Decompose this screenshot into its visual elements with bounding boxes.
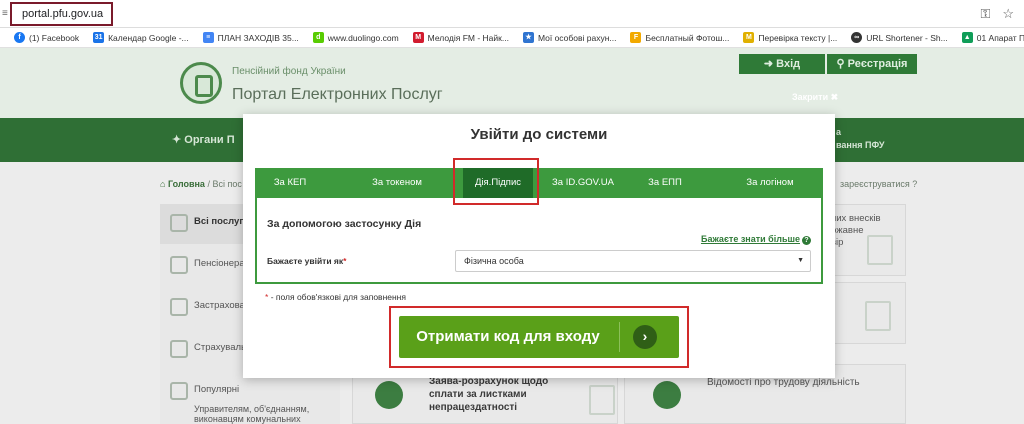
bookmark-label: 01 Апарат ПФУ.xlsx... xyxy=(976,32,1024,43)
org-name: Пенсійний фонд України xyxy=(232,66,346,77)
login-as-text: Бажаєте увійти як xyxy=(267,256,344,266)
bookmark-photoshop[interactable]: F Бесплатный Фотош... xyxy=(630,32,729,43)
bookmark-accounts[interactable]: ★ Мої особові рахун... xyxy=(522,32,617,43)
required-mark: * xyxy=(265,292,269,302)
link-icon: ∞ xyxy=(851,32,863,43)
site-info-icon[interactable]: ≡ xyxy=(2,8,8,19)
login-method-tabs: За КЕП За токеном Дія.Підпис За ID.GOV.U… xyxy=(255,168,823,198)
duolingo-icon: d xyxy=(312,32,324,43)
tab-epp[interactable]: За ЕПП xyxy=(635,168,695,198)
bookmark-text-check[interactable]: M Перевірка тексту |... xyxy=(743,32,837,43)
register-button[interactable]: ⚲ Реєстрація xyxy=(827,54,917,74)
bookmark-label: Календар Google -... xyxy=(108,32,189,43)
modal-title: Увійти до системи xyxy=(470,126,608,143)
bookmark-label: Перевірка тексту |... xyxy=(758,32,838,43)
select-value: Фізична особа xyxy=(464,256,524,266)
bookmark-url-shortener[interactable]: ∞ URL Shortener - Sh... xyxy=(851,32,948,43)
get-login-code-button[interactable]: Отримати код для входу › xyxy=(399,316,679,358)
bookmark-calendar[interactable]: 31 Календар Google -... xyxy=(93,32,189,43)
bookmark-duolingo[interactable]: d www.duolingo.com xyxy=(312,32,399,43)
site-header: Пенсійний фонд України Портал Електронни… xyxy=(0,48,1024,118)
bookmark-facebook[interactable]: f (1) Facebook xyxy=(14,32,79,43)
bookmark-star-icon[interactable]: ☆ xyxy=(1002,6,1014,22)
nav-item-organs[interactable]: ✦ Органи П xyxy=(172,133,235,146)
breadcrumb-current: / Всі пос xyxy=(207,179,242,189)
photoshop-icon: F xyxy=(630,32,642,43)
service-card-right-mid[interactable] xyxy=(830,282,906,344)
melodia-icon: M xyxy=(412,32,424,43)
document-check-icon xyxy=(867,235,893,265)
nav-label: Органи П xyxy=(184,134,235,146)
breadcrumb-home-label: Головна xyxy=(167,179,205,189)
calendar-icon: 31 xyxy=(93,32,105,43)
diia-panel: За допомогою застосунку Дія Бажаєте знат… xyxy=(255,198,823,284)
help-icon: ? xyxy=(802,236,811,245)
text-check-icon: M xyxy=(743,32,755,43)
close-modal-link[interactable]: Закрити ✖ xyxy=(792,92,838,103)
browser-actions: ⚿ ☆ xyxy=(980,6,1014,22)
url-field[interactable]: portal.pfu.gov.ua xyxy=(10,2,113,26)
document-icon xyxy=(653,381,681,409)
drive-icon: ▲ xyxy=(961,32,973,43)
register-hint-label: зареєструватися xyxy=(840,179,910,189)
nav-label: а xyxy=(836,127,842,137)
required-mark: * xyxy=(343,256,347,266)
bookmark-label: Мелодія FM - Найк... xyxy=(427,32,509,43)
learn-more-label: Бажаєте знати більше xyxy=(700,234,800,244)
dropdown-arrow-icon: ▼ xyxy=(797,257,804,264)
card-text-line: них внесків xyxy=(831,213,881,224)
bookmark-label: Мої особові рахун... xyxy=(537,32,617,43)
login-label: Вхід xyxy=(776,58,801,70)
password-key-icon[interactable]: ⚿ xyxy=(980,6,990,22)
learn-more-link[interactable]: Бажаєте знати більше? xyxy=(701,234,811,245)
bookmark-label: (1) Facebook xyxy=(29,32,80,43)
cta-divider xyxy=(619,322,620,352)
service-card-title: Заява-розрахунок щодо сплати за листками… xyxy=(429,376,549,413)
nav-label: вання ПФУ xyxy=(836,140,885,150)
chevron-right-icon: › xyxy=(633,325,657,349)
facebook-icon: f xyxy=(14,32,25,43)
bookmark-apparat[interactable]: ▲01 Апарат ПФУ.xlsx... xyxy=(961,32,1024,43)
breadcrumb: ⌂ Головна / Всі пос xyxy=(160,179,242,189)
ukraine-flag-icon: ✦ xyxy=(172,134,182,146)
help-icon: ? xyxy=(912,179,918,189)
tab-login[interactable]: За логіном xyxy=(725,168,815,198)
bookmarks-bar: f (1) Facebook 31 Календар Google -... ≡ ПЛ… xyxy=(0,28,1024,48)
bookmark-label: URL Shortener - Sh... xyxy=(866,32,948,43)
nav-item-right[interactable]: а вання ПФУ xyxy=(836,126,884,152)
login-button[interactable]: ➜ Вхід xyxy=(739,54,825,74)
document-edit-icon xyxy=(865,301,891,331)
register-label: Реєстрація xyxy=(847,58,908,70)
tab-kep[interactable]: За КЕП xyxy=(255,168,325,198)
breadcrumb-home[interactable]: ⌂ Головна xyxy=(160,179,205,189)
login-as-select[interactable]: Фізична особа ▼ xyxy=(455,250,811,272)
sidebar-item-managers[interactable]: Управителям, об'єднанням, виконавцям ком… xyxy=(194,404,314,424)
close-icon: ✖ xyxy=(830,92,839,102)
pfu-logo xyxy=(180,62,222,104)
bookmark-label: ПЛАН ЗАХОДІВ 35... xyxy=(217,32,299,43)
required-note-text: - поля обов'язкові для заповнення xyxy=(270,292,406,302)
document-icon xyxy=(375,381,403,409)
browser-address-bar: ≡ portal.pfu.gov.ua ⚿ ☆ xyxy=(0,0,1024,28)
docs-icon: ≡ xyxy=(202,32,214,43)
service-card-title: Відомості про трудову діяльність xyxy=(707,377,860,388)
ukraine-icon: ★ xyxy=(522,32,534,43)
bookmark-label: www.duolingo.com xyxy=(327,32,399,43)
bookmark-label: Бесплатный Фотош... xyxy=(645,32,730,43)
bookmark-melodia[interactable]: M Мелодія FM - Найк... xyxy=(412,32,509,43)
document-check-icon xyxy=(589,385,615,415)
panel-heading: За допомогою застосунку Дія xyxy=(267,218,422,230)
tab-id-gov-ua[interactable]: За ID.GOV.UA xyxy=(535,168,631,198)
close-label: Закрити xyxy=(792,92,829,102)
login-modal: Увійти до системи За КЕП За токеном Дія.… xyxy=(243,114,835,378)
service-card-right-top[interactable]: них внесків ржавне вір xyxy=(830,204,906,276)
tab-token[interactable]: За токеном xyxy=(339,168,455,198)
portal-name: Портал Електронних Послуг xyxy=(232,86,443,103)
login-as-label: Бажаєте увійти як* xyxy=(267,256,346,266)
bookmark-plan[interactable]: ≡ ПЛАН ЗАХОДІВ 35... xyxy=(202,32,299,43)
required-fields-note: * - поля обов'язкові для заповнення xyxy=(265,292,406,302)
cta-label: Отримати код для входу xyxy=(416,328,600,345)
register-hint[interactable]: зареєструватися ? xyxy=(840,179,917,189)
